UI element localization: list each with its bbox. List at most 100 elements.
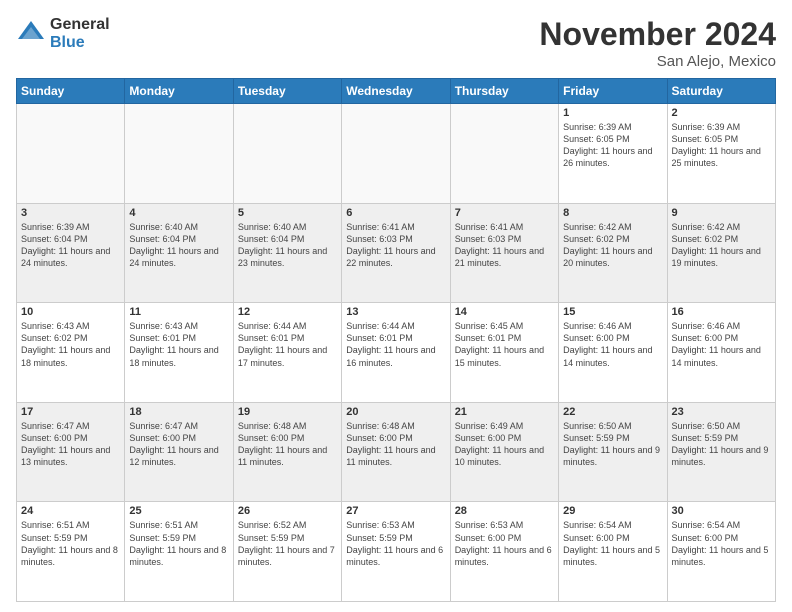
calendar-cell: 5 Sunrise: 6:40 AM Sunset: 6:04 PM Daylig… [233, 203, 341, 303]
day-info: Sunrise: 6:39 AM Sunset: 6:05 PM Dayligh… [672, 121, 771, 170]
calendar-cell [342, 104, 450, 204]
logo: General Blue [16, 16, 110, 51]
day-number: 4 [129, 207, 228, 219]
day-number: 13 [346, 306, 445, 318]
calendar-cell: 16 Sunrise: 6:46 AM Sunset: 6:00 PM Dayli… [667, 303, 775, 403]
day-number: 28 [455, 505, 554, 517]
day-number: 21 [455, 406, 554, 418]
day-number: 15 [563, 306, 662, 318]
day-info: Sunrise: 6:43 AM Sunset: 6:01 PM Dayligh… [129, 320, 228, 369]
calendar-cell: 17 Sunrise: 6:47 AM Sunset: 6:00 PM Dayli… [17, 402, 125, 502]
title-month: November 2024 [539, 16, 776, 53]
logo-blue-label: Blue [50, 34, 110, 52]
calendar-cell: 10 Sunrise: 6:43 AM Sunset: 6:02 PM Dayli… [17, 303, 125, 403]
day-number: 11 [129, 306, 228, 318]
title-location: San Alejo, Mexico [539, 53, 776, 70]
day-info: Sunrise: 6:47 AM Sunset: 6:00 PM Dayligh… [129, 420, 228, 469]
day-info: Sunrise: 6:41 AM Sunset: 6:03 PM Dayligh… [346, 221, 445, 270]
calendar-cell: 12 Sunrise: 6:44 AM Sunset: 6:01 PM Dayli… [233, 303, 341, 403]
calendar-cell: 26 Sunrise: 6:52 AM Sunset: 5:59 PM Dayli… [233, 502, 341, 602]
day-number: 16 [672, 306, 771, 318]
day-info: Sunrise: 6:42 AM Sunset: 6:02 PM Dayligh… [563, 221, 662, 270]
day-number: 23 [672, 406, 771, 418]
header: General Blue November 2024 San Alejo, Me… [16, 16, 776, 70]
calendar-cell: 13 Sunrise: 6:44 AM Sunset: 6:01 PM Dayli… [342, 303, 450, 403]
calendar-week-row: 3 Sunrise: 6:39 AM Sunset: 6:04 PM Daylig… [17, 203, 776, 303]
calendar-week-row: 17 Sunrise: 6:47 AM Sunset: 6:00 PM Dayli… [17, 402, 776, 502]
calendar-cell: 6 Sunrise: 6:41 AM Sunset: 6:03 PM Daylig… [342, 203, 450, 303]
calendar-cell: 24Sunrise: 6:51 AM Sunset: 5:59 PM Dayli… [17, 502, 125, 602]
calendar-cell: 1 Sunrise: 6:39 AM Sunset: 6:05 PM Daylig… [559, 104, 667, 204]
day-number: 18 [129, 406, 228, 418]
logo-general-label: General [50, 16, 110, 34]
calendar-cell: 25 Sunrise: 6:51 AM Sunset: 5:59 PM Dayli… [125, 502, 233, 602]
calendar-header-sunday: Sunday [17, 79, 125, 104]
calendar-cell: 20Sunrise: 6:48 AM Sunset: 6:00 PM Dayli… [342, 402, 450, 502]
logo-icon [16, 19, 46, 49]
day-info: Sunrise: 6:49 AM Sunset: 6:00 PM Dayligh… [455, 420, 554, 469]
day-number: 17 [21, 406, 120, 418]
calendar-cell: 27 Sunrise: 6:53 AM Sunset: 5:59 PM Dayli… [342, 502, 450, 602]
day-info: Sunrise: 6:43 AM Sunset: 6:02 PM Dayligh… [21, 320, 120, 369]
day-number: 30 [672, 505, 771, 517]
day-info: Sunrise: 6:50 AM Sunset: 5:59 PM Dayligh… [563, 420, 662, 469]
calendar-cell [17, 104, 125, 204]
day-info: Sunrise: 6:50 AM Sunset: 5:59 PM Dayligh… [672, 420, 771, 469]
logo-text: General Blue [50, 16, 110, 51]
day-number: 19 [238, 406, 337, 418]
day-info: Sunrise: 6:51 AM Sunset: 5:59 PM Dayligh… [21, 519, 120, 568]
calendar-header-row: SundayMondayTuesdayWednesdayThursdayFrid… [17, 79, 776, 104]
calendar-cell: 18 Sunrise: 6:47 AM Sunset: 6:00 PM Dayli… [125, 402, 233, 502]
calendar-header-wednesday: Wednesday [342, 79, 450, 104]
calendar-cell: 21 Sunrise: 6:49 AM Sunset: 6:00 PM Dayli… [450, 402, 558, 502]
calendar-header-tuesday: Tuesday [233, 79, 341, 104]
calendar-cell: 28 Sunrise: 6:53 AM Sunset: 6:00 PM Dayli… [450, 502, 558, 602]
day-info: Sunrise: 6:40 AM Sunset: 6:04 PM Dayligh… [238, 221, 337, 270]
calendar-cell: 19Sunrise: 6:48 AM Sunset: 6:00 PM Dayli… [233, 402, 341, 502]
calendar-week-row: 1 Sunrise: 6:39 AM Sunset: 6:05 PM Daylig… [17, 104, 776, 204]
calendar-week-row: 24Sunrise: 6:51 AM Sunset: 5:59 PM Dayli… [17, 502, 776, 602]
day-info: Sunrise: 6:53 AM Sunset: 5:59 PM Dayligh… [346, 519, 445, 568]
calendar-cell: 8 Sunrise: 6:42 AM Sunset: 6:02 PM Daylig… [559, 203, 667, 303]
day-info: Sunrise: 6:47 AM Sunset: 6:00 PM Dayligh… [21, 420, 120, 469]
calendar-cell: 22 Sunrise: 6:50 AM Sunset: 5:59 PM Dayli… [559, 402, 667, 502]
day-info: Sunrise: 6:54 AM Sunset: 6:00 PM Dayligh… [672, 519, 771, 568]
day-info: Sunrise: 6:52 AM Sunset: 5:59 PM Dayligh… [238, 519, 337, 568]
calendar-cell [450, 104, 558, 204]
day-number: 10 [21, 306, 120, 318]
calendar-cell: 29Sunrise: 6:54 AM Sunset: 6:00 PM Dayli… [559, 502, 667, 602]
day-info: Sunrise: 6:48 AM Sunset: 6:00 PM Dayligh… [346, 420, 445, 469]
day-number: 3 [21, 207, 120, 219]
day-number: 12 [238, 306, 337, 318]
calendar-cell: 11 Sunrise: 6:43 AM Sunset: 6:01 PM Dayli… [125, 303, 233, 403]
day-info: Sunrise: 6:39 AM Sunset: 6:05 PM Dayligh… [563, 121, 662, 170]
calendar-cell: 3 Sunrise: 6:39 AM Sunset: 6:04 PM Daylig… [17, 203, 125, 303]
calendar-cell: 4 Sunrise: 6:40 AM Sunset: 6:04 PM Daylig… [125, 203, 233, 303]
day-info: Sunrise: 6:40 AM Sunset: 6:04 PM Dayligh… [129, 221, 228, 270]
day-info: Sunrise: 6:44 AM Sunset: 6:01 PM Dayligh… [346, 320, 445, 369]
day-number: 25 [129, 505, 228, 517]
day-info: Sunrise: 6:39 AM Sunset: 6:04 PM Dayligh… [21, 221, 120, 270]
calendar-header-saturday: Saturday [667, 79, 775, 104]
day-number: 6 [346, 207, 445, 219]
day-info: Sunrise: 6:46 AM Sunset: 6:00 PM Dayligh… [563, 320, 662, 369]
day-info: Sunrise: 6:51 AM Sunset: 5:59 PM Dayligh… [129, 519, 228, 568]
calendar-table: SundayMondayTuesdayWednesdayThursdayFrid… [16, 78, 776, 602]
calendar-cell [233, 104, 341, 204]
page: General Blue November 2024 San Alejo, Me… [0, 0, 792, 612]
calendar-week-row: 10 Sunrise: 6:43 AM Sunset: 6:02 PM Dayli… [17, 303, 776, 403]
day-number: 2 [672, 107, 771, 119]
day-info: Sunrise: 6:54 AM Sunset: 6:00 PM Dayligh… [563, 519, 662, 568]
day-info: Sunrise: 6:46 AM Sunset: 6:00 PM Dayligh… [672, 320, 771, 369]
day-number: 8 [563, 207, 662, 219]
day-number: 5 [238, 207, 337, 219]
day-info: Sunrise: 6:53 AM Sunset: 6:00 PM Dayligh… [455, 519, 554, 568]
day-number: 7 [455, 207, 554, 219]
day-number: 1 [563, 107, 662, 119]
calendar-cell: 7Sunrise: 6:41 AM Sunset: 6:03 PM Daylig… [450, 203, 558, 303]
day-number: 27 [346, 505, 445, 517]
day-number: 22 [563, 406, 662, 418]
day-number: 26 [238, 505, 337, 517]
day-info: Sunrise: 6:44 AM Sunset: 6:01 PM Dayligh… [238, 320, 337, 369]
calendar-header-friday: Friday [559, 79, 667, 104]
